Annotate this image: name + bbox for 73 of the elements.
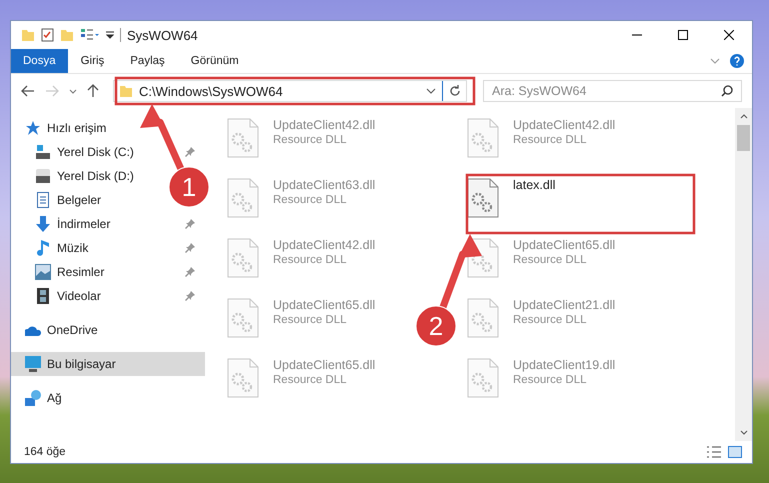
scroll-thumb[interactable] <box>737 125 750 151</box>
file-type: Resource DLL <box>513 134 588 146</box>
details-view-icon[interactable] <box>706 446 722 458</box>
sidebar-item[interactable]: Bu bilgisayar <box>11 352 205 376</box>
item-count: 164 öğe <box>24 446 66 458</box>
sidebar-item[interactable]: Videolar <box>21 284 107 308</box>
file-type: Resource DLL <box>513 254 588 266</box>
folder-icon <box>119 84 133 98</box>
ribbon-tab[interactable]: Görünüm <box>178 49 252 73</box>
pin-icon[interactable] <box>185 219 195 229</box>
large-icons-view-icon[interactable] <box>728 446 742 458</box>
picture-icon <box>35 264 51 280</box>
file-type: Resource DLL <box>273 194 348 206</box>
sidebar-item[interactable]: İndirmeler <box>21 212 116 236</box>
file-type: Resource DLL <box>273 254 348 266</box>
drive-icon <box>35 144 51 160</box>
address-path: C:\Windows\SysWOW64 <box>139 84 284 98</box>
chevron-down-icon[interactable] <box>426 88 436 94</box>
step-number: 1 <box>182 172 196 202</box>
drive-icon <box>35 168 51 184</box>
scroll-down-icon[interactable] <box>740 430 748 435</box>
network-icon <box>25 390 41 406</box>
up-arrow-icon[interactable] <box>87 84 99 98</box>
file-type: Resource DLL <box>273 134 348 146</box>
file-name[interactable]: latex.dll <box>513 178 556 192</box>
monitor-icon <box>25 356 41 372</box>
help-icon[interactable] <box>730 54 744 68</box>
close-icon <box>724 30 734 40</box>
maximize-icon <box>678 30 688 40</box>
sidebar-item[interactable]: OneDrive <box>11 318 104 342</box>
pin-icon[interactable] <box>185 267 195 277</box>
chevron-down-icon[interactable] <box>69 88 77 94</box>
file-type: Resource DLL <box>273 314 348 326</box>
window-title: SysWOW64 <box>127 28 198 42</box>
file-type: Resource DLL <box>513 374 588 386</box>
pin-icon[interactable] <box>185 243 195 253</box>
properties-icon[interactable] <box>80 28 100 42</box>
folder-icon <box>21 28 35 42</box>
minimize-icon <box>632 34 642 36</box>
sidebar-item[interactable]: Müzik <box>21 236 94 260</box>
back-arrow-icon[interactable] <box>21 85 35 97</box>
gear-file-icon[interactable] <box>467 178 499 218</box>
sidebar-item[interactable]: Yerel Disk (D:) <box>21 164 140 188</box>
search-icon[interactable] <box>721 85 733 97</box>
film-icon <box>35 288 51 304</box>
refresh-icon[interactable] <box>449 85 461 97</box>
sidebar-item[interactable]: Yerel Disk (C:) <box>21 140 140 164</box>
down-arrow-icon <box>35 216 51 232</box>
sidebar-item[interactable]: Belgeler <box>21 188 108 212</box>
music-note-icon <box>35 240 51 256</box>
file-type: Resource DLL <box>273 374 348 386</box>
number-badge <box>168 166 210 208</box>
forward-arrow-icon[interactable] <box>45 85 59 97</box>
pin-icon[interactable] <box>185 147 195 157</box>
folder-icon[interactable] <box>60 28 74 42</box>
ribbon-tab[interactable]: Paylaş <box>117 49 178 73</box>
ribbon-tab[interactable]: Giriş <box>68 49 118 73</box>
step-number: 2 <box>428 311 444 341</box>
pin-icon[interactable] <box>185 291 195 301</box>
ribbon-tab[interactable]: Dosya <box>11 49 68 73</box>
search-field[interactable]: Ara: SysWOW64 <box>483 80 742 102</box>
address-bar[interactable]: C:\Windows\SysWOW64 <box>113 80 467 102</box>
star-icon <box>25 120 41 136</box>
sidebar-item[interactable]: Resimler <box>21 260 110 284</box>
number-badge <box>416 306 456 346</box>
sidebar-item[interactable]: Hızlı erişim <box>11 116 112 140</box>
dropdown-icon[interactable] <box>106 30 114 40</box>
file-type: Resource DLL <box>513 314 588 326</box>
scroll-up-icon[interactable] <box>740 114 748 119</box>
scrollbar[interactable] <box>735 108 752 441</box>
document-icon <box>35 192 51 208</box>
sidebar-item[interactable]: Ağ <box>11 386 68 410</box>
checklist-icon[interactable] <box>41 28 54 42</box>
